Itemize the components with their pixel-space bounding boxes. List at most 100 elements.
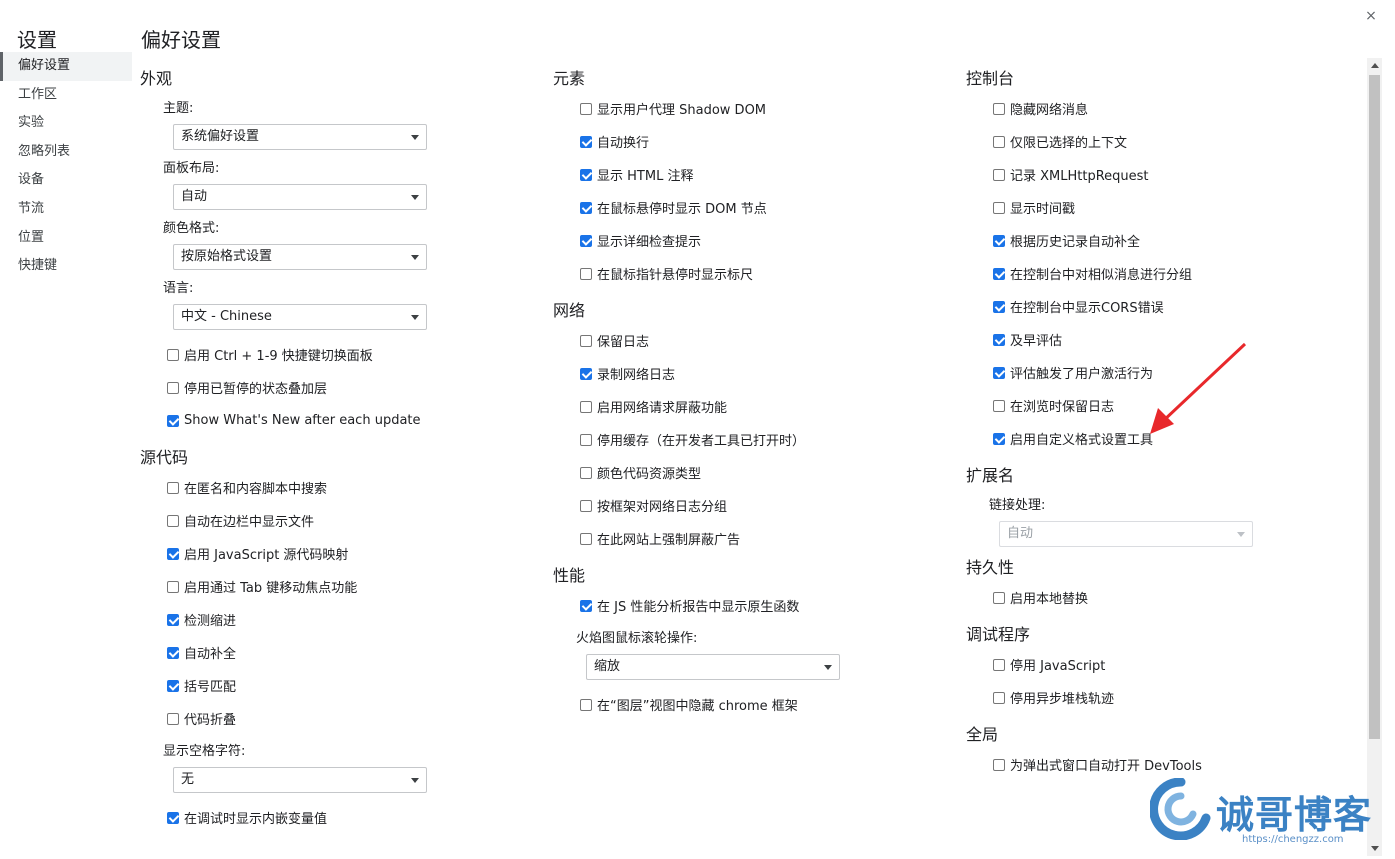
checkbox-unchecked-icon[interactable] [580, 698, 592, 711]
scrollbar-thumb[interactable] [1369, 75, 1380, 739]
checkbox-unchecked-icon[interactable] [993, 399, 1005, 412]
checkbox-option[interactable]: 隐藏网络消息 [966, 92, 1366, 125]
checkbox-option[interactable]: 自动换行 [553, 125, 953, 158]
checkbox-unchecked-icon[interactable] [993, 591, 1005, 604]
checkbox-option[interactable]: 在鼠标指针悬停时显示标尺 [553, 257, 953, 290]
checkbox-unchecked-icon[interactable] [993, 168, 1005, 181]
checkbox-checked-icon[interactable] [167, 613, 179, 626]
checkbox-unchecked-icon[interactable] [580, 532, 592, 545]
checkbox-unchecked-icon[interactable] [580, 499, 592, 512]
checkbox-checked-icon[interactable] [580, 234, 592, 247]
checkbox-option[interactable]: 停用 JavaScript [966, 648, 1366, 681]
checkbox-option[interactable]: 录制网络日志 [553, 357, 953, 390]
checkbox-checked-icon[interactable] [993, 267, 1005, 280]
checkbox-option[interactable]: 停用异步堆栈轨迹 [966, 681, 1366, 714]
sidebar-item-4[interactable]: 设备 [0, 166, 132, 195]
checkbox-checked-icon[interactable] [993, 366, 1005, 379]
checkbox-option[interactable]: 在鼠标悬停时显示 DOM 节点 [553, 191, 953, 224]
select-dropdown[interactable]: 按原始格式设置 [173, 244, 427, 270]
checkbox-checked-icon[interactable] [167, 414, 179, 427]
checkbox-unchecked-icon[interactable] [993, 691, 1005, 704]
checkbox-option[interactable]: 显示 HTML 注释 [553, 158, 953, 191]
checkbox-option[interactable]: 按框架对网络日志分组 [553, 489, 953, 522]
checkbox-option[interactable]: 在“图层”视图中隐藏 chrome 框架 [553, 688, 953, 721]
checkbox-unchecked-icon[interactable] [167, 514, 179, 527]
checkbox-option[interactable]: 显示时间戳 [966, 191, 1366, 224]
checkbox-unchecked-icon[interactable] [167, 580, 179, 593]
checkbox-option[interactable]: 仅限已选择的上下文 [966, 125, 1366, 158]
checkbox-option[interactable]: 括号匹配 [140, 669, 540, 702]
checkbox-unchecked-icon[interactable] [167, 481, 179, 494]
checkbox-unchecked-icon[interactable] [167, 712, 179, 725]
vertical-scrollbar[interactable] [1367, 58, 1382, 856]
sidebar-item-1[interactable]: 工作区 [0, 81, 132, 110]
checkbox-option[interactable]: 启用自定义格式设置工具 [966, 422, 1366, 455]
checkbox-option[interactable]: 在此网站上强制屏蔽广告 [553, 522, 953, 555]
checkbox-option[interactable]: 在浏览时保留日志 [966, 389, 1366, 422]
checkbox-unchecked-icon[interactable] [580, 334, 592, 347]
checkbox-option[interactable]: 及早评估 [966, 323, 1366, 356]
checkbox-unchecked-icon[interactable] [580, 102, 592, 115]
close-button[interactable]: × [1363, 8, 1379, 24]
checkbox-unchecked-icon[interactable] [167, 381, 179, 394]
checkbox-option[interactable]: 停用已暂停的状态叠加层 [140, 371, 540, 404]
checkbox-option[interactable]: 根据历史记录自动补全 [966, 224, 1366, 257]
checkbox-checked-icon[interactable] [167, 547, 179, 560]
checkbox-unchecked-icon[interactable] [580, 400, 592, 413]
select-dropdown[interactable]: 无 [173, 767, 427, 793]
checkbox-unchecked-icon[interactable] [580, 433, 592, 446]
checkbox-checked-icon[interactable] [993, 333, 1005, 346]
sidebar-item-0[interactable]: 偏好设置 [0, 52, 132, 81]
checkbox-option[interactable]: 在调试时显示内嵌变量值 [140, 801, 540, 834]
checkbox-checked-icon[interactable] [580, 599, 592, 612]
checkbox-option[interactable]: 启用网络请求屏蔽功能 [553, 390, 953, 423]
checkbox-checked-icon[interactable] [993, 300, 1005, 313]
checkbox-option[interactable]: 停用缓存（在开发者工具已打开时） [553, 423, 953, 456]
checkbox-checked-icon[interactable] [167, 811, 179, 824]
checkbox-option[interactable]: 自动在边栏中显示文件 [140, 504, 540, 537]
sidebar-item-2[interactable]: 实验 [0, 109, 132, 138]
checkbox-unchecked-icon[interactable] [993, 135, 1005, 148]
checkbox-option[interactable]: 检测缩进 [140, 603, 540, 636]
select-dropdown[interactable]: 中文 - Chinese [173, 304, 427, 330]
sidebar-item-5[interactable]: 节流 [0, 195, 132, 224]
checkbox-checked-icon[interactable] [580, 201, 592, 214]
checkbox-unchecked-icon[interactable] [993, 758, 1005, 771]
checkbox-option[interactable]: 在匿名和内容脚本中搜索 [140, 471, 540, 504]
checkbox-checked-icon[interactable] [167, 679, 179, 692]
checkbox-option[interactable]: 在 JS 性能分析报告中显示原生函数 [553, 589, 953, 622]
checkbox-unchecked-icon[interactable] [993, 658, 1005, 671]
checkbox-unchecked-icon[interactable] [993, 201, 1005, 214]
checkbox-option[interactable]: 启用 Ctrl + 1-9 快捷键切换面板 [140, 338, 540, 371]
checkbox-unchecked-icon[interactable] [993, 102, 1005, 115]
checkbox-checked-icon[interactable] [580, 168, 592, 181]
checkbox-option[interactable]: 启用通过 Tab 键移动焦点功能 [140, 570, 540, 603]
sidebar-item-3[interactable]: 忽略列表 [0, 138, 132, 167]
checkbox-option[interactable]: 启用 JavaScript 源代码映射 [140, 537, 540, 570]
checkbox-unchecked-icon[interactable] [580, 466, 592, 479]
checkbox-checked-icon[interactable] [993, 432, 1005, 445]
checkbox-option[interactable]: 显示详细检查提示 [553, 224, 953, 257]
checkbox-unchecked-icon[interactable] [167, 348, 179, 361]
select-dropdown[interactable]: 自动 [173, 184, 427, 210]
checkbox-checked-icon[interactable] [580, 135, 592, 148]
scroll-up-icon[interactable] [1371, 63, 1379, 68]
checkbox-option[interactable]: 记录 XMLHttpRequest [966, 158, 1366, 191]
checkbox-option[interactable]: 颜色代码资源类型 [553, 456, 953, 489]
checkbox-option[interactable]: 显示用户代理 Shadow DOM [553, 92, 953, 125]
checkbox-option[interactable]: 代码折叠 [140, 702, 540, 735]
select-dropdown[interactable]: 系统偏好设置 [173, 124, 427, 150]
checkbox-option[interactable]: 在控制台中对相似消息进行分组 [966, 257, 1366, 290]
checkbox-option[interactable]: Show What's New after each update [140, 404, 540, 437]
select-dropdown[interactable]: 缩放 [586, 654, 840, 680]
checkbox-checked-icon[interactable] [580, 367, 592, 380]
checkbox-option[interactable]: 保留日志 [553, 324, 953, 357]
checkbox-option[interactable]: 在控制台中显示CORS错误 [966, 290, 1366, 323]
checkbox-option[interactable]: 自动补全 [140, 636, 540, 669]
checkbox-unchecked-icon[interactable] [580, 267, 592, 280]
checkbox-option[interactable]: 评估触发了用户激活行为 [966, 356, 1366, 389]
checkbox-checked-icon[interactable] [993, 234, 1005, 247]
checkbox-option[interactable]: 启用本地替换 [966, 581, 1366, 614]
sidebar-item-7[interactable]: 快捷键 [0, 252, 132, 281]
checkbox-checked-icon[interactable] [167, 646, 179, 659]
